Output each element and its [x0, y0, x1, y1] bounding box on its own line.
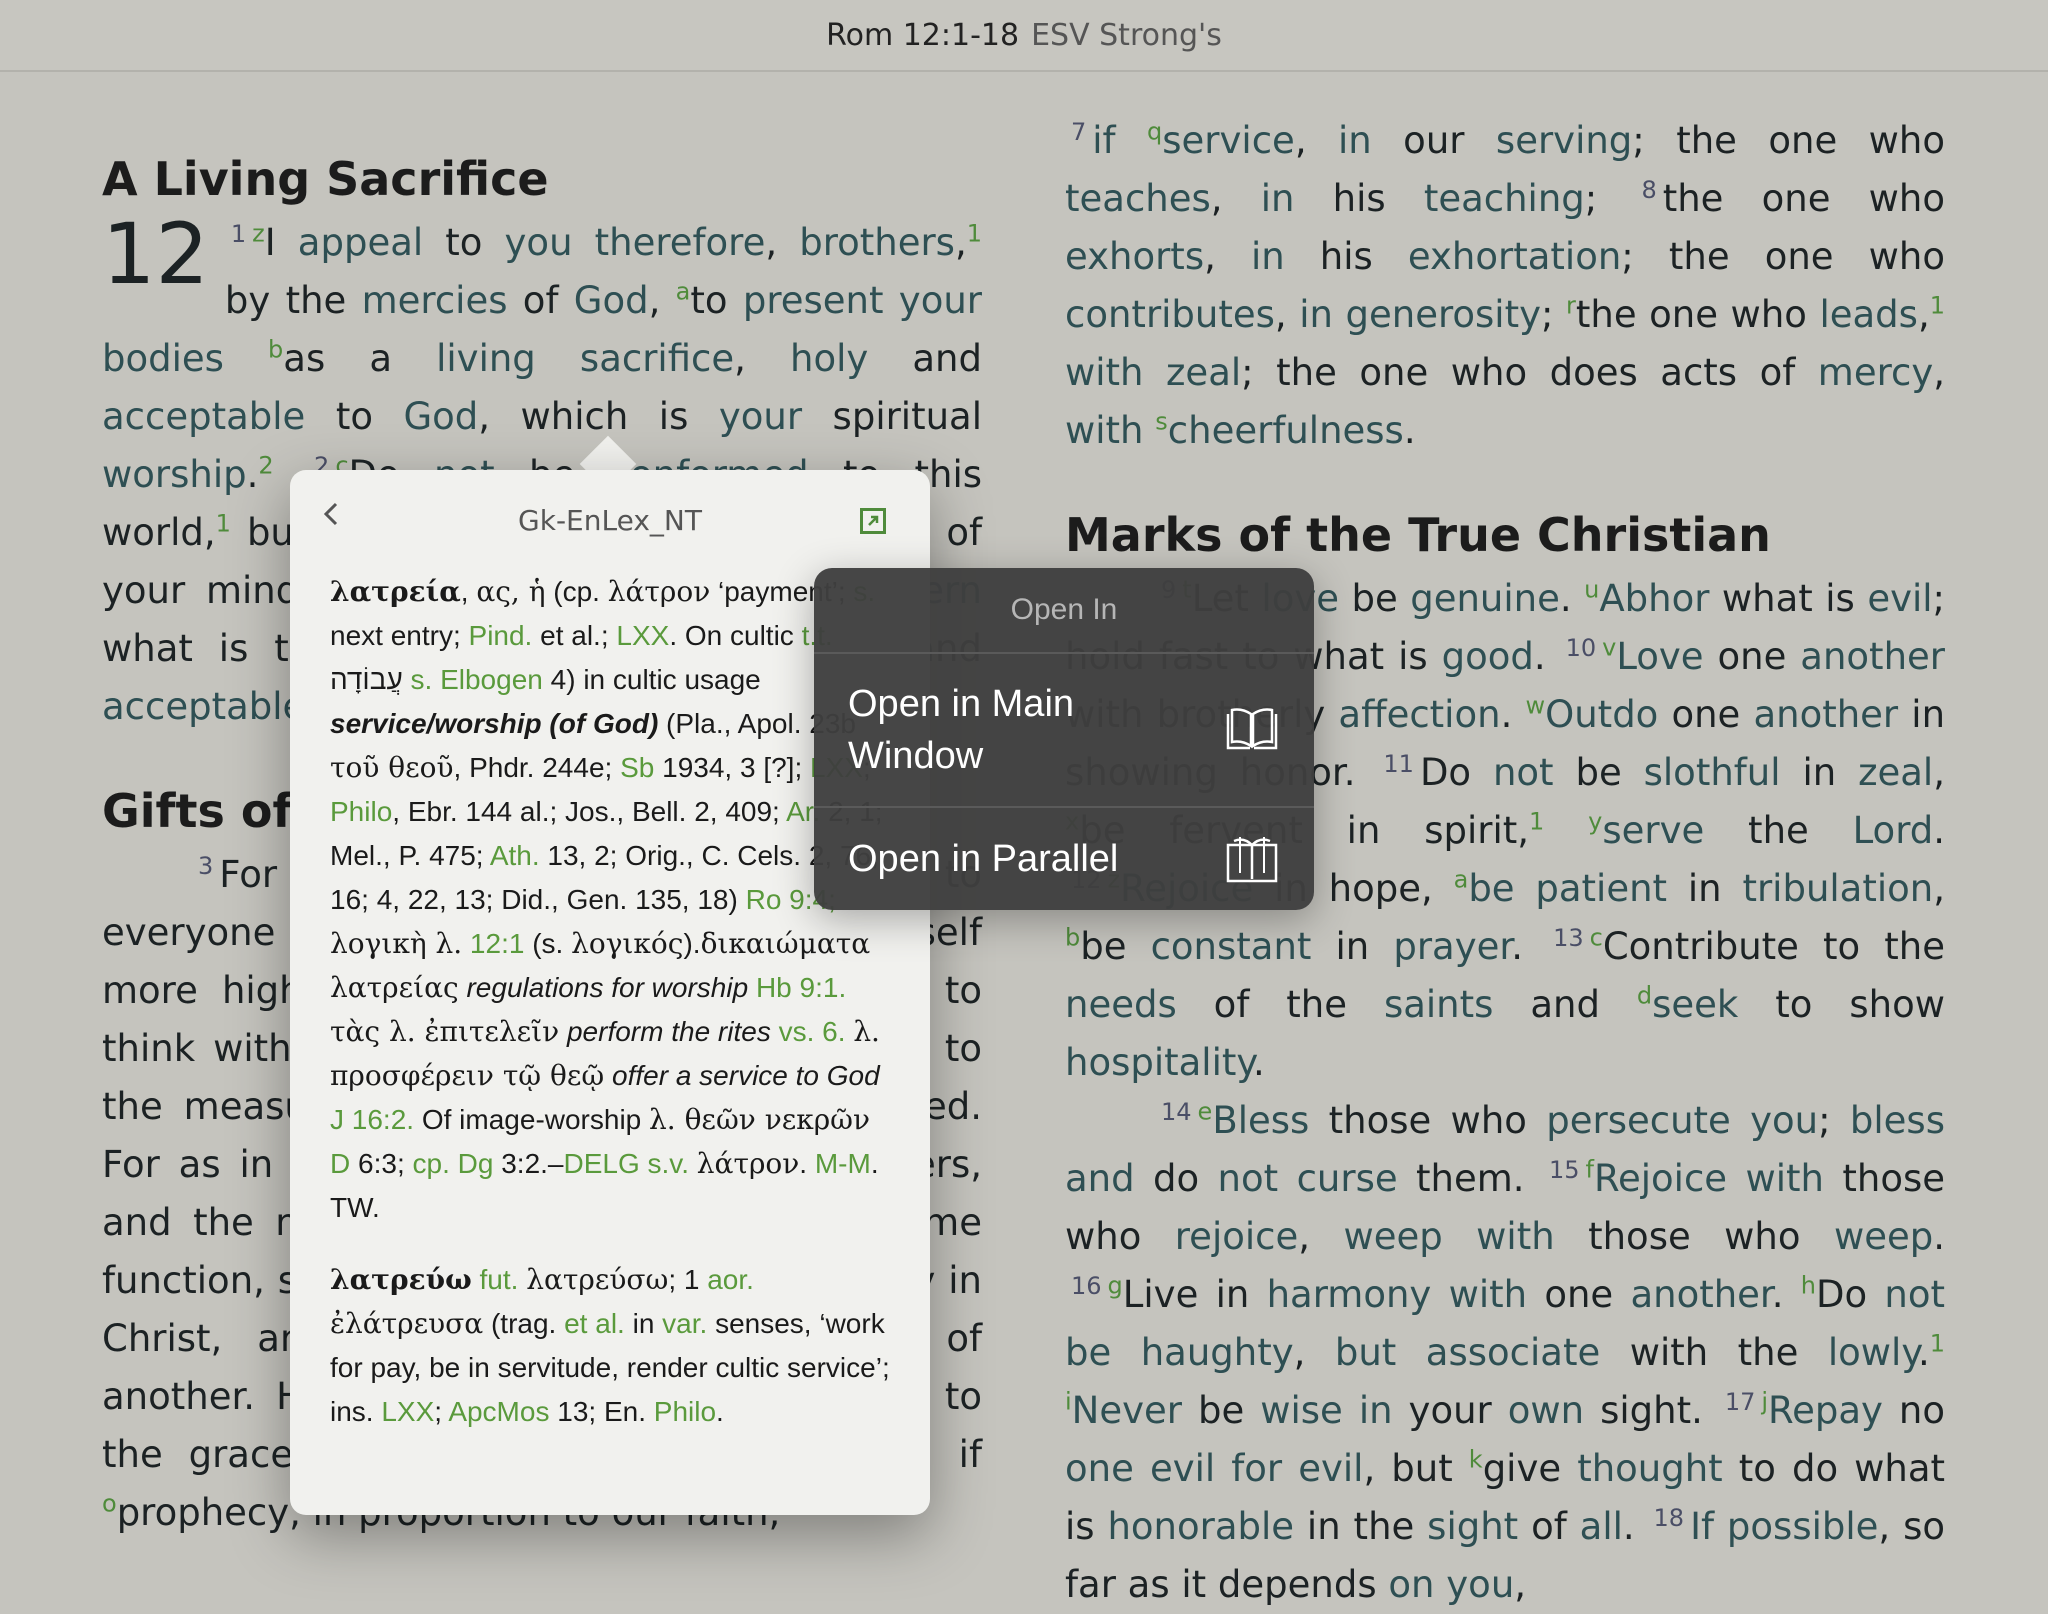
- book-icon: [1226, 708, 1278, 750]
- chapter-number: 12: [102, 205, 209, 303]
- popover-header: Gk-EnLex_NT: [290, 470, 930, 570]
- open-in-menu-title: Open In: [814, 568, 1314, 654]
- open-in-main-window-button[interactable]: Open in Main Window: [814, 654, 1314, 808]
- top-bar[interactable]: Rom 12:1-18 ESV Strong's: [0, 0, 2048, 72]
- open-in-main-window-label: Open in Main Window: [848, 683, 1075, 777]
- parallel-books-icon: [1226, 837, 1278, 883]
- passage-reference[interactable]: Rom 12:1-18: [826, 18, 1019, 53]
- open-in-parallel-label: Open in Parallel: [848, 838, 1119, 880]
- section-heading-living-sacrifice: A Living Sacrifice: [102, 152, 549, 206]
- expand-icon[interactable]: [860, 508, 886, 534]
- open-in-parallel-button[interactable]: Open in Parallel: [814, 808, 1314, 910]
- section-heading-marks: Marks of the True Christian: [1065, 508, 1771, 562]
- open-in-menu[interactable]: Open In Open in Main Window Open in Para…: [814, 568, 1314, 910]
- verse-12-7[interactable]: 7 if qservice, in our serving; the one wh…: [1065, 112, 1945, 460]
- popover-title: Gk-EnLex_NT: [518, 504, 702, 537]
- bible-version[interactable]: ESV Strong's: [1031, 18, 1222, 53]
